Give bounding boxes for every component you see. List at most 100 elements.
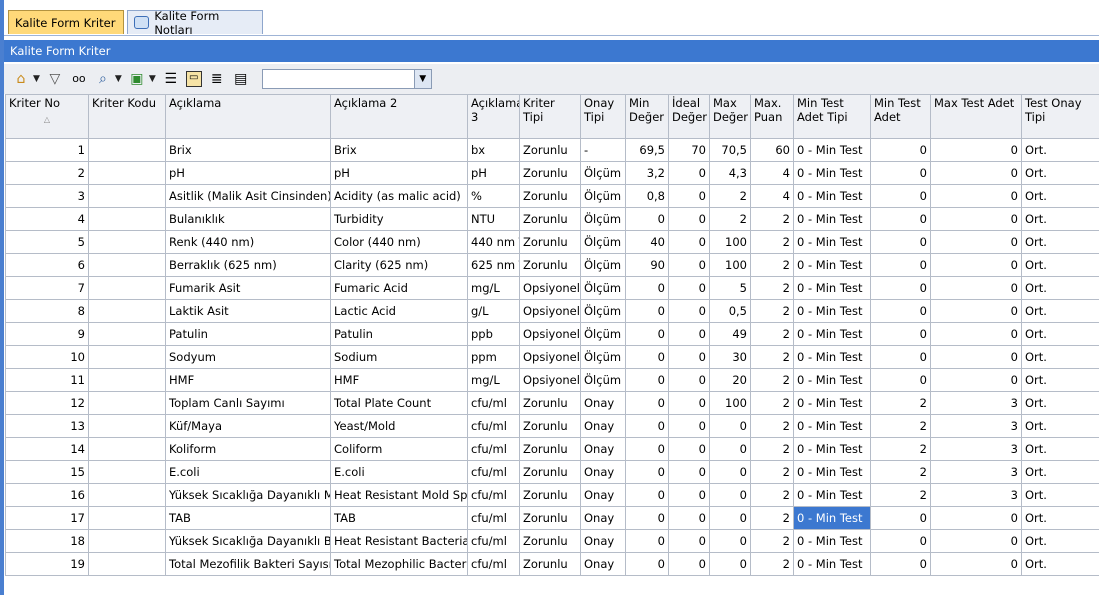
table-cell[interactable]: 0 - Min Test [793,253,871,277]
table-cell[interactable]: Fumaric Acid [330,276,468,300]
table-cell[interactable] [88,483,166,507]
table-cell[interactable]: 0 [930,299,1022,323]
table-cell[interactable]: Coliform [330,437,468,461]
table-cell[interactable]: bx [467,138,520,162]
table-cell[interactable]: 0 [668,506,710,530]
table-cell[interactable]: 0 - Min Test [793,276,871,300]
table-cell[interactable]: cfu/ml [467,437,520,461]
table-cell[interactable]: 0 [625,345,669,369]
table-cell[interactable]: 12 [5,391,89,415]
table-cell[interactable] [88,506,166,530]
table-cell[interactable]: Ort. [1021,529,1099,553]
table-cell[interactable]: 90 [625,253,669,277]
table-cell[interactable] [88,460,166,484]
table-cell[interactable]: 0 - Min Test [793,345,871,369]
table-cell[interactable]: 0 [709,437,751,461]
table-cell[interactable]: 2 [750,437,794,461]
table-cell[interactable]: 2 [750,460,794,484]
home-button[interactable]: ⌂ ▼ [12,68,40,90]
table-cell[interactable]: Renk (440 nm) [165,230,331,254]
table-row[interactable]: 5 Renk (440 nm)Color (440 nm)440 nm TZoru… [5,230,1099,254]
table-cell[interactable]: 20 [709,368,751,392]
table-cell[interactable]: 0 - Min Test [793,483,871,507]
table-cell[interactable]: 0 [870,368,931,392]
table-cell[interactable]: Ort. [1021,414,1099,438]
table-cell[interactable]: 49 [709,322,751,346]
table-cell[interactable]: Zorunlu [519,483,581,507]
table-cell[interactable]: 0 - Min Test [793,529,871,553]
table-cell[interactable]: 4 [750,161,794,185]
table-cell[interactable]: Onay [580,437,626,461]
table-cell[interactable]: Total Plate Count [330,391,468,415]
table-cell[interactable]: Onay [580,391,626,415]
table-row[interactable]: 17 TAB TAB cfu/ml Zorunlu Onay 0 0 0 2 0 - Min Tes… [5,506,1099,530]
table-cell[interactable]: Ölçüm [580,230,626,254]
table-cell[interactable]: 2 [870,414,931,438]
table-cell[interactable]: pH [467,161,520,185]
table-cell[interactable]: 0 [625,460,669,484]
table-cell[interactable]: 0 [668,483,710,507]
table-cell[interactable]: 0 [930,322,1022,346]
table-cell[interactable]: 6 [5,253,89,277]
table-cell[interactable]: Zorunlu [519,161,581,185]
table-cell[interactable]: Zorunlu [519,391,581,415]
table-cell[interactable]: Ort. [1021,253,1099,277]
table-cell[interactable]: 0 - Min Test [793,322,871,346]
table-row[interactable]: 12 Toplam Canlı Sayımı Total Plate Count cf… [5,391,1099,415]
table-cell[interactable] [88,184,166,208]
table-row[interactable]: 8 Laktik Asit Lactic Acid g/L Opsiyonel Ölçüm… [5,299,1099,323]
table-cell[interactable]: Ort. [1021,391,1099,415]
table-cell[interactable]: 0 [668,276,710,300]
table-cell[interactable]: 14 [5,437,89,461]
table-cell[interactable]: Zorunlu [519,207,581,231]
table-cell[interactable]: Clarity (625 nm) [330,253,468,277]
table-cell[interactable]: 18 [5,529,89,553]
table-cell[interactable]: Ort. [1021,506,1099,530]
table-cell[interactable]: 3 [930,483,1022,507]
column-header[interactable]: Kriter Tipi [519,94,581,139]
table-cell[interactable]: 0 [625,299,669,323]
zoom-button[interactable]: ⌕ ▼ [94,68,122,90]
table-cell[interactable]: 2 [750,552,794,576]
table-cell[interactable]: 0 [870,345,931,369]
table-cell[interactable]: 0 [930,207,1022,231]
table-cell[interactable]: Ort. [1021,138,1099,162]
table-cell[interactable]: 0 - Min Test [793,138,871,162]
table-cell[interactable]: Zorunlu [519,253,581,277]
table-cell[interactable]: 0 [930,552,1022,576]
table-cell[interactable]: Sodium [330,345,468,369]
table-cell[interactable] [88,391,166,415]
table-cell[interactable]: 0 [709,483,751,507]
column-header[interactable]: Min Test Adet Tipi [793,94,871,139]
table-cell[interactable]: 0 [930,529,1022,553]
table-cell[interactable]: 0 - Min Test [793,414,871,438]
table-cell[interactable]: cfu/ml [467,391,520,415]
tab-kalite-form-kriter[interactable]: Kalite Form Kriter [8,10,124,34]
column-header[interactable]: Kriter No △ [5,94,89,139]
table-cell[interactable] [88,345,166,369]
table-cell[interactable]: 0 - Min Test [793,161,871,185]
table-cell[interactable]: Onay [580,552,626,576]
table-cell[interactable]: 4,3 [709,161,751,185]
table-cell[interactable]: 0 [668,322,710,346]
table-cell[interactable]: Ölçüm [580,207,626,231]
table-cell[interactable]: 0 [625,552,669,576]
table-cell[interactable]: 625 nm T [467,253,520,277]
table-cell[interactable]: Ölçüm [580,184,626,208]
tab-kalite-form-notlari[interactable]: Kalite Form Notları [127,9,263,37]
table-cell[interactable]: Lactic Acid [330,299,468,323]
table-cell[interactable]: 0 [930,506,1022,530]
table-cell[interactable]: Ölçüm [580,345,626,369]
table-cell[interactable]: cfu/ml [467,552,520,576]
table-row[interactable]: 15 E.coli E.coli cfu/ml Zorunlu Onay 0 0 0 2 0 - M… [5,460,1099,484]
table-cell[interactable]: Ölçüm [580,299,626,323]
column-header[interactable]: İdeal Değer [668,94,710,139]
table-cell[interactable]: TAB [165,506,331,530]
table-cell[interactable]: 2 [750,345,794,369]
column-header[interactable]: Max Test Adet [930,94,1022,139]
table-cell[interactable]: 0 [930,345,1022,369]
table-cell[interactable]: 4 [5,207,89,231]
table-cell[interactable]: 0 [870,299,931,323]
column-header[interactable]: Açıklama 2 [330,94,468,139]
table-cell[interactable]: 3 [930,460,1022,484]
